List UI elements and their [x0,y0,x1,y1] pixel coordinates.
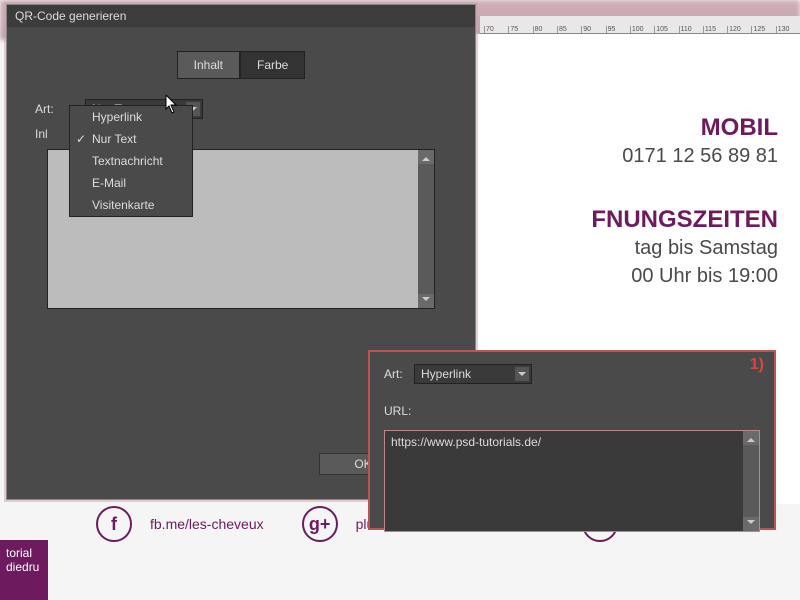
googleplus-icon: g+ [302,506,338,542]
scroll-up-icon[interactable] [418,150,434,164]
ruler: 707580 859095 100105110 115120125 130 [480,16,800,34]
mobil-value: 0171 12 56 89 81 [468,142,800,170]
dialog-title: QR-Code generieren [7,5,475,27]
dropdown-item-visitenkarte[interactable]: Visitenkarte [70,194,192,216]
facebook-icon: f [96,506,132,542]
scroll-up-icon[interactable] [743,431,759,445]
scrollbar[interactable] [743,431,759,531]
qr-dialog-hyperlink: 1) Art: Hyperlink URL: https://www.psd-t… [368,350,776,530]
scrollbar[interactable] [418,150,434,308]
mobil-heading: MOBIL [468,114,800,142]
opening-heading: FNUNGSZEITEN [468,206,800,234]
dropdown-item-nur-text[interactable]: Nur Text [70,128,192,150]
url-textarea[interactable]: https://www.psd-tutorials.de/ [384,430,760,532]
art-combo-2[interactable]: Hyperlink [414,364,532,384]
facebook-label: fb.me/les-cheveux [150,516,264,532]
tab-bar: Inhalt Farbe [23,51,459,79]
art-dropdown[interactable]: Hyperlink Nur Text Textnachricht E-Mail … [69,105,193,217]
url-label: URL: [384,404,411,418]
scroll-down-icon[interactable] [418,294,434,308]
chevron-down-icon[interactable] [515,367,529,381]
art-combo-2-value: Hyperlink [421,367,471,381]
annotation-label: 1) [750,356,764,374]
art-label-2: Art: [384,367,414,381]
cursor-icon [165,95,179,115]
tab-inhalt[interactable]: Inhalt [177,51,240,79]
dropdown-item-email[interactable]: E-Mail [70,172,192,194]
tab-farbe[interactable]: Farbe [240,51,305,79]
opening-line1: tag bis Samstag [468,234,800,262]
dropdown-item-textnachricht[interactable]: Textnachricht [70,150,192,172]
url-value: https://www.psd-tutorials.de/ [391,435,541,449]
sidebar-stub: torial diedru [0,540,48,600]
scroll-down-icon[interactable] [743,517,759,531]
opening-line2: 00 Uhr bis 19:00 [468,262,800,290]
